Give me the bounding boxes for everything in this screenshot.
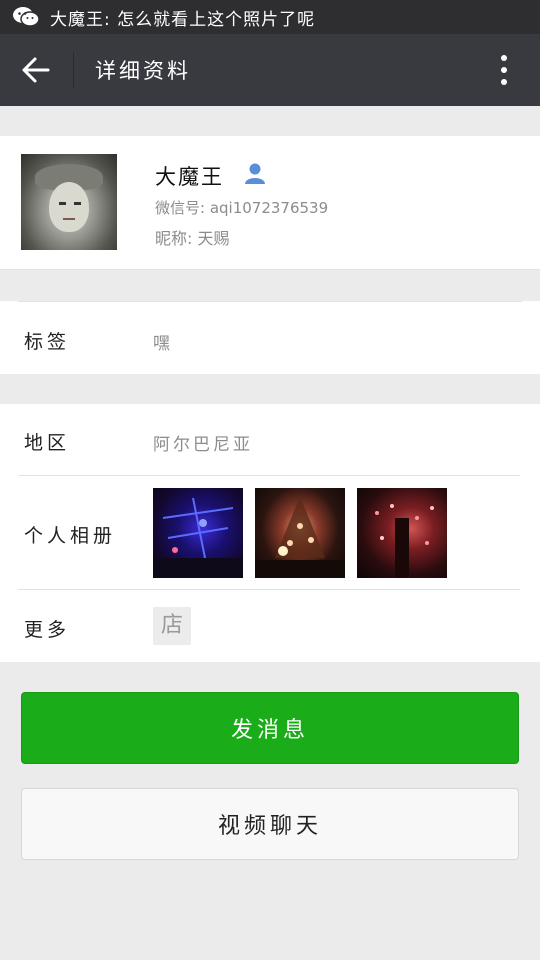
wechat-icon	[13, 7, 40, 27]
album-label: 个人相册	[24, 525, 117, 547]
wechat-id: 微信号: aqi1072376539	[155, 199, 329, 217]
tags-label: 标签	[24, 331, 71, 353]
send-message-button[interactable]: 发消息	[21, 692, 519, 764]
album-photo[interactable]	[255, 488, 345, 578]
divider	[0, 269, 540, 270]
title-separator	[73, 52, 74, 88]
more-label: 更多	[24, 619, 71, 641]
contact-person-icon	[245, 163, 265, 184]
avatar[interactable]	[21, 154, 117, 250]
status-bar: 大魔王: 怎么就看上这个照片了呢	[0, 0, 540, 34]
page-title: 详细资料	[95, 59, 191, 83]
tags-value: 嘿	[153, 334, 173, 354]
profile-name: 大魔王	[155, 165, 224, 189]
notification-text: 大魔王: 怎么就看上这个照片了呢	[50, 9, 316, 30]
more-row[interactable]	[0, 590, 540, 662]
more-vertical-icon[interactable]	[488, 52, 520, 88]
shop-icon: 店	[153, 607, 191, 645]
region-row[interactable]	[0, 404, 540, 475]
region-value: 阿尔巴尼亚	[153, 435, 253, 455]
nickname: 昵称: 天赐	[155, 229, 230, 248]
back-arrow-icon[interactable]	[16, 52, 56, 88]
tags-row[interactable]	[0, 301, 540, 374]
album-photo[interactable]	[153, 488, 243, 578]
album-photo[interactable]	[357, 488, 447, 578]
region-label: 地区	[24, 432, 71, 454]
title-bar: 详细资料	[0, 34, 540, 106]
divider	[18, 301, 522, 302]
video-chat-button[interactable]: 视频聊天	[21, 788, 519, 860]
